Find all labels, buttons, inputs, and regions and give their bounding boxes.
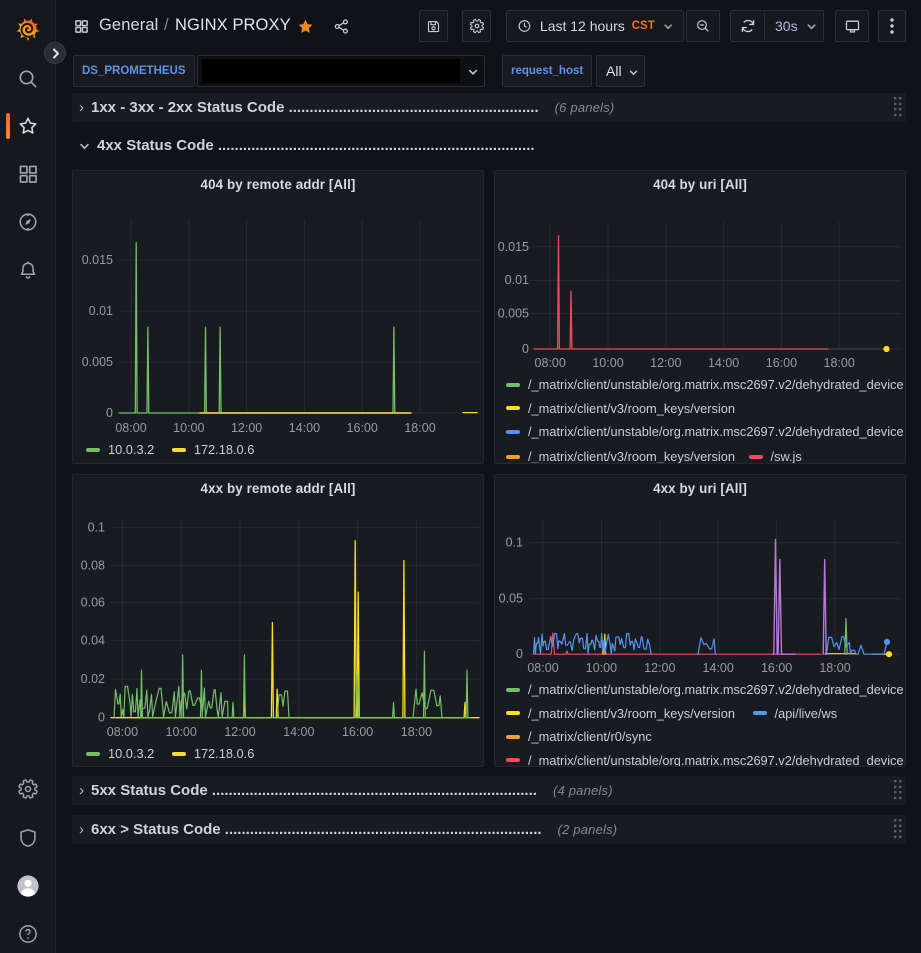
svg-text:0.015: 0.015 xyxy=(82,253,113,267)
svg-text:0.05: 0.05 xyxy=(499,592,523,606)
svg-text:18:00: 18:00 xyxy=(404,421,435,435)
svg-text:0.06: 0.06 xyxy=(81,596,105,610)
svg-text:0.1: 0.1 xyxy=(88,520,105,534)
svg-text:16:00: 16:00 xyxy=(342,725,373,739)
svg-text:0.005: 0.005 xyxy=(498,307,529,321)
svg-text:08:00: 08:00 xyxy=(107,725,138,739)
svg-text:12:00: 12:00 xyxy=(224,725,255,739)
svg-text:08:00: 08:00 xyxy=(535,356,566,370)
svg-text:12:00: 12:00 xyxy=(650,356,681,370)
svg-text:10:00: 10:00 xyxy=(166,725,197,739)
svg-text:18:00: 18:00 xyxy=(824,356,855,370)
svg-text:10:00: 10:00 xyxy=(586,661,617,675)
svg-text:16:00: 16:00 xyxy=(761,661,792,675)
svg-text:0.01: 0.01 xyxy=(505,273,529,287)
svg-text:16:00: 16:00 xyxy=(347,421,378,435)
svg-text:08:00: 08:00 xyxy=(115,421,146,435)
svg-text:10:00: 10:00 xyxy=(592,356,623,370)
svg-text:12:00: 12:00 xyxy=(231,421,262,435)
svg-text:0.005: 0.005 xyxy=(82,355,113,369)
svg-text:0: 0 xyxy=(98,711,105,725)
svg-text:10:00: 10:00 xyxy=(173,421,204,435)
svg-text:0.1: 0.1 xyxy=(506,536,523,550)
svg-text:0.04: 0.04 xyxy=(81,634,105,648)
svg-text:0: 0 xyxy=(522,342,529,356)
svg-text:14:00: 14:00 xyxy=(703,661,734,675)
svg-text:14:00: 14:00 xyxy=(708,356,739,370)
svg-text:0: 0 xyxy=(516,647,523,661)
svg-text:0.02: 0.02 xyxy=(81,672,105,686)
svg-text:0.015: 0.015 xyxy=(498,240,529,254)
svg-text:0: 0 xyxy=(106,406,113,420)
svg-text:12:00: 12:00 xyxy=(644,661,675,675)
svg-text:0.08: 0.08 xyxy=(81,558,105,572)
svg-text:0.01: 0.01 xyxy=(89,304,113,318)
svg-text:14:00: 14:00 xyxy=(289,421,320,435)
svg-text:14:00: 14:00 xyxy=(283,725,314,739)
svg-text:08:00: 08:00 xyxy=(527,661,558,675)
svg-text:18:00: 18:00 xyxy=(401,725,432,739)
svg-text:18:00: 18:00 xyxy=(819,661,850,675)
svg-text:16:00: 16:00 xyxy=(766,356,797,370)
